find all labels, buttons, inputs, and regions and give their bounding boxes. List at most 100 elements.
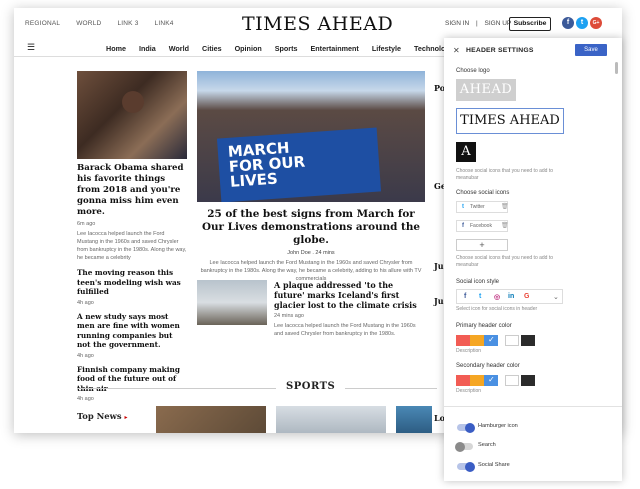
sports-divider: [77, 388, 437, 389]
color-swatch[interactable]: [521, 375, 535, 386]
sign-up-link[interactable]: SIGN UP: [485, 20, 512, 27]
toggle-label: Social Share: [478, 462, 510, 468]
color-swatch[interactable]: ✓: [484, 335, 498, 346]
account-links: SIGN IN | SIGN UP: [445, 20, 516, 27]
color-swatch[interactable]: [505, 375, 519, 386]
nav-item-lifestyle[interactable]: Lifestyle: [372, 44, 401, 53]
subscribe-button[interactable]: Subscribe: [509, 17, 551, 31]
logo-option-selected[interactable]: TIMES AHEAD: [456, 108, 564, 134]
toggle-knob: [455, 441, 465, 452]
chevron-down-icon: ⌄: [553, 294, 559, 301]
top-bar: REGIONAL WORLD LINK 3 LINK4 TIMES AHEAD …: [14, 8, 622, 40]
toggle-switch[interactable]: [457, 461, 475, 472]
check-icon: ✓: [488, 375, 495, 384]
panel-title: HEADER SETTINGS: [466, 47, 534, 54]
march-photo[interactable]: MARCH FOR OUR LIVES: [197, 71, 425, 202]
top-link-regional[interactable]: REGIONAL: [25, 20, 60, 27]
glacier-story-excerpt: Lee Iacocca helped launch the Ford Musta…: [274, 323, 416, 337]
protest-sign: MARCH FOR OUR LIVES: [216, 127, 382, 202]
nav-item-home[interactable]: Home: [106, 44, 126, 53]
choose-social-label: Choose social icons: [456, 190, 510, 196]
facebook-icon: f: [464, 293, 467, 300]
lead-story-title[interactable]: Barack Obama shared his favorite things …: [77, 163, 187, 218]
instagram-icon: ◎: [494, 294, 501, 301]
icon-style-label: Social icon style: [456, 279, 500, 285]
hamburger-icon[interactable]: ☰: [27, 42, 35, 53]
color-swatch[interactable]: [470, 375, 484, 386]
header-settings-panel: ✕ HEADER SETTINGS Save Choose logo AHEAD…: [444, 38, 622, 481]
google-icon: G: [524, 293, 530, 300]
logo-description: Choose social icons that you need to add…: [456, 168, 554, 181]
story-title[interactable]: The moving reason this teen's modeling w…: [77, 268, 187, 297]
sports-thumbnail[interactable]: [396, 406, 432, 433]
glacier-story-title[interactable]: A plaque addressed 'to the future' marks…: [274, 280, 425, 310]
toggle-knob: [465, 461, 475, 472]
story-meta: 4h ago: [77, 299, 94, 306]
nav-item-opinion[interactable]: Opinion: [235, 44, 262, 53]
linkedin-icon: in: [508, 293, 515, 300]
google-plus-icon[interactable]: G+: [590, 17, 602, 29]
separator: |: [476, 20, 478, 27]
color-swatch[interactable]: [505, 335, 519, 346]
twitter-icon: t: [462, 204, 464, 210]
facebook-icon[interactable]: f: [562, 17, 574, 29]
check-icon: ✓: [488, 335, 495, 344]
toggle-label: Search: [478, 442, 496, 448]
top-link-3[interactable]: LINK 3: [117, 20, 138, 27]
toggle-switch[interactable]: [455, 441, 473, 452]
nav-items: Home India World Cities Opinion Sports Enterta…: [106, 44, 463, 53]
primary-color-label: Primary header color: [456, 323, 512, 329]
secondary-color-description: Description: [456, 388, 482, 394]
nav-item-entertainment[interactable]: Entertainment: [311, 44, 359, 53]
toggle-knob: [465, 422, 475, 433]
trash-icon[interactable]: 🗑: [501, 221, 509, 232]
glacier-story-meta: 24 mins ago: [274, 313, 304, 319]
color-swatch[interactable]: [456, 335, 470, 346]
glacier-photo[interactable]: [197, 280, 267, 325]
sports-heading: SPORTS: [276, 381, 346, 392]
logo-option-faded[interactable]: AHEAD: [456, 79, 516, 101]
panel-scrollbar[interactable]: [615, 62, 618, 74]
icon-style-select[interactable]: f t ◎ in G ⌄: [456, 289, 563, 304]
glacier-story-text: A plaque addressed 'to the future' marks…: [274, 280, 425, 338]
featured-story-title[interactable]: 25 of the best signs from March for Our …: [197, 208, 425, 247]
arrow-right-icon: ▸: [124, 414, 128, 421]
nav-item-cities[interactable]: Cities: [202, 44, 222, 53]
social-row-facebook[interactable]: f Facebook 🗑: [456, 220, 509, 232]
trash-icon[interactable]: 🗑: [501, 202, 509, 213]
toggle-label: Hamburger icon: [478, 423, 518, 429]
color-swatch[interactable]: [470, 335, 484, 346]
top-links: REGIONAL WORLD LINK 3 LINK4: [25, 20, 188, 27]
color-swatch[interactable]: [456, 375, 470, 386]
twitter-icon[interactable]: t: [576, 17, 588, 29]
story-meta: 4h ago: [77, 396, 94, 402]
nav-item-sports[interactable]: Sports: [275, 44, 298, 53]
close-icon[interactable]: ✕: [453, 46, 460, 55]
social-description: Choose social icons that you need to add…: [456, 255, 554, 268]
story-title[interactable]: A new study says most men are fine with …: [77, 312, 187, 350]
toggle-switch[interactable]: [457, 422, 475, 433]
save-button[interactable]: Save: [575, 44, 607, 56]
top-news-heading[interactable]: Top News ▸: [77, 411, 127, 421]
site-logo[interactable]: TIMES AHEAD: [242, 13, 393, 35]
social-row-twitter[interactable]: t Twitter 🗑: [456, 201, 509, 213]
obama-photo[interactable]: [77, 71, 187, 159]
sign-in-link[interactable]: SIGN IN: [445, 20, 469, 27]
top-link-world[interactable]: WORLD: [76, 20, 101, 27]
nav-item-world[interactable]: World: [169, 44, 189, 53]
color-swatch[interactable]: ✓: [484, 375, 498, 386]
left-column: Barack Obama shared his favorite things …: [77, 71, 187, 402]
color-swatch[interactable]: [521, 335, 535, 346]
add-social-button[interactable]: +: [456, 239, 508, 251]
top-link-4[interactable]: LINK4: [155, 20, 174, 27]
featured-story-meta: John Doe . 24 mins: [287, 250, 335, 256]
sign-line: LIVES: [229, 169, 279, 191]
lead-story-meta: 6m ago: [77, 221, 96, 227]
nav-item-india[interactable]: India: [139, 44, 156, 53]
sports-thumbnail[interactable]: [276, 406, 386, 433]
logo-option-icon[interactable]: A: [456, 142, 476, 162]
lead-story-excerpt: Lee Iacocca helped launch the Ford Musta…: [77, 231, 187, 261]
sports-thumbnail[interactable]: [156, 406, 266, 433]
twitter-icon: t: [479, 293, 482, 300]
social-row-label: Facebook: [470, 223, 492, 229]
